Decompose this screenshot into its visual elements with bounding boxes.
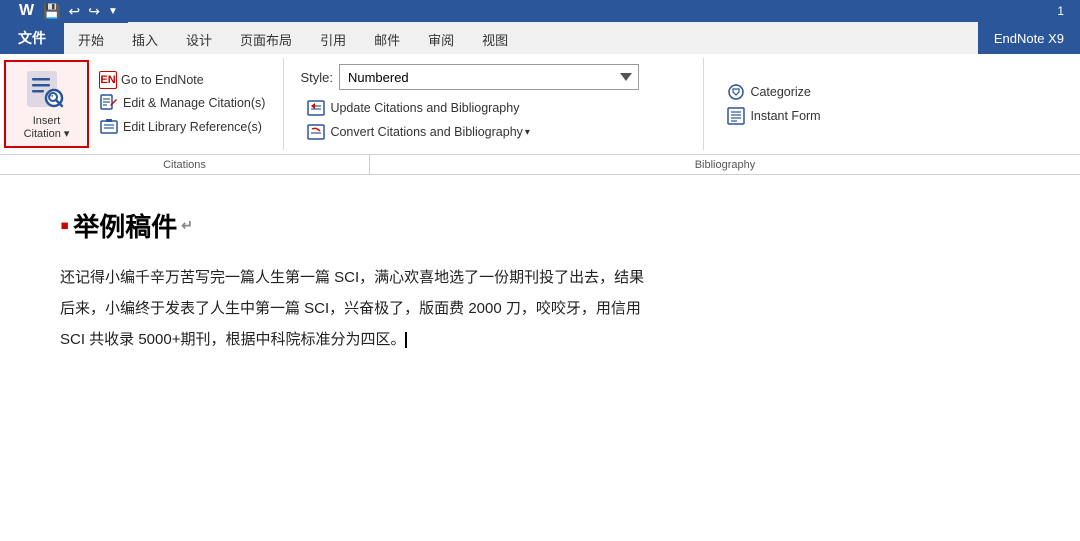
tab-bar: 文件 开始 插入 设计 页面布局 引用 邮件 审阅 视图 EndNote X9: [0, 22, 1080, 54]
bib-commands: Update Citations and Bibliography Conver…: [300, 96, 687, 144]
edit-library-icon: [99, 117, 119, 137]
convert-citations-icon: [306, 122, 326, 142]
tab-view[interactable]: 视图: [468, 22, 522, 54]
tab-review[interactable]: 审阅: [414, 22, 468, 54]
heading-mark: ↵: [181, 217, 193, 234]
text-cursor: [405, 332, 407, 348]
right-commands: Categorize Instant Form: [704, 58, 842, 150]
update-citations-button[interactable]: Update Citations and Bibliography: [300, 96, 687, 120]
undo-icon[interactable]: ↩: [67, 3, 83, 20]
categorize-icon: [726, 82, 746, 102]
insert-citation-label: Insert Citation ▾: [24, 115, 70, 141]
doc-heading: ▪ 举例稿件 ↵: [60, 207, 1040, 244]
title-bar: W 💾 ↩ ↪ ▼ 1: [0, 0, 1080, 22]
document-content: ▪ 举例稿件 ↵ 还记得小编千辛万苦写完一篇人生第一篇 SCI，满心欢喜地选了一…: [0, 175, 1080, 381]
svg-text:": ": [50, 95, 53, 102]
edit-library-button[interactable]: Edit Library Reference(s): [93, 115, 271, 139]
style-area: Style: Numbered Author-Date Vancouver AP…: [284, 58, 704, 150]
edit-citation-button[interactable]: Edit & Manage Citation(s): [93, 91, 271, 115]
style-row: Style: Numbered Author-Date Vancouver AP…: [300, 64, 687, 90]
goto-endnote-button[interactable]: EN Go to EndNote: [93, 69, 271, 91]
tab-home[interactable]: 开始: [64, 22, 118, 54]
quick-access-toolbar: W 💾 ↩ ↪ ▼: [8, 0, 128, 23]
edit-citation-icon: [99, 93, 119, 113]
tab-file[interactable]: 文件: [0, 22, 64, 54]
word-icon: W: [16, 1, 37, 21]
citations-section-label: Citations: [0, 155, 370, 174]
section-labels: Citations Bibliography: [0, 155, 1080, 175]
title-text: 1: [1057, 4, 1064, 18]
tab-mailings[interactable]: 邮件: [360, 22, 414, 54]
tab-insert[interactable]: 插入: [118, 22, 172, 54]
doc-paragraph-1: 还记得小编千辛万苦写完一篇人生第一篇 SCI，满心欢喜地选了一份期刊投了出去，结…: [60, 264, 1040, 291]
dropdown-icon[interactable]: ▼: [106, 6, 120, 17]
insert-citation-icon: ": [23, 67, 71, 115]
convert-citations-button[interactable]: Convert Citations and Bibliography ▾: [300, 120, 687, 144]
tab-layout[interactable]: 页面布局: [226, 22, 306, 54]
bibliography-section-label: Bibliography: [370, 155, 1080, 174]
tab-design[interactable]: 设计: [172, 22, 226, 54]
doc-paragraph-3: SCI 共收录 5000+期刊，根据中科院标准分为四区。: [60, 326, 1040, 353]
update-citations-icon: [306, 98, 326, 118]
toolbar: " Insert Citation ▾ EN Go to EndNote: [0, 54, 1080, 155]
instant-form-icon: [726, 106, 746, 126]
insert-citation-button[interactable]: " Insert Citation ▾: [4, 60, 89, 148]
style-select[interactable]: Numbered Author-Date Vancouver APA MLA C…: [339, 64, 639, 90]
categorize-button[interactable]: Categorize: [720, 80, 826, 104]
instant-form-button[interactable]: Instant Form: [720, 104, 826, 128]
tab-references[interactable]: 引用: [306, 22, 360, 54]
bullet-char: ▪: [60, 210, 69, 241]
goto-endnote-icon: EN: [99, 71, 117, 89]
style-label: Style:: [300, 70, 333, 85]
redo-icon[interactable]: ↪: [86, 3, 102, 20]
save-icon[interactable]: 💾: [41, 3, 62, 20]
citation-commands: EN Go to EndNote Edit & Manage Citation(…: [93, 58, 284, 150]
doc-paragraph-2: 后来，小编终于发表了人生中第一篇 SCI，兴奋极了，版面费 2000 刀，咬咬牙…: [60, 295, 1040, 322]
tab-endnote[interactable]: EndNote X9: [978, 22, 1080, 54]
